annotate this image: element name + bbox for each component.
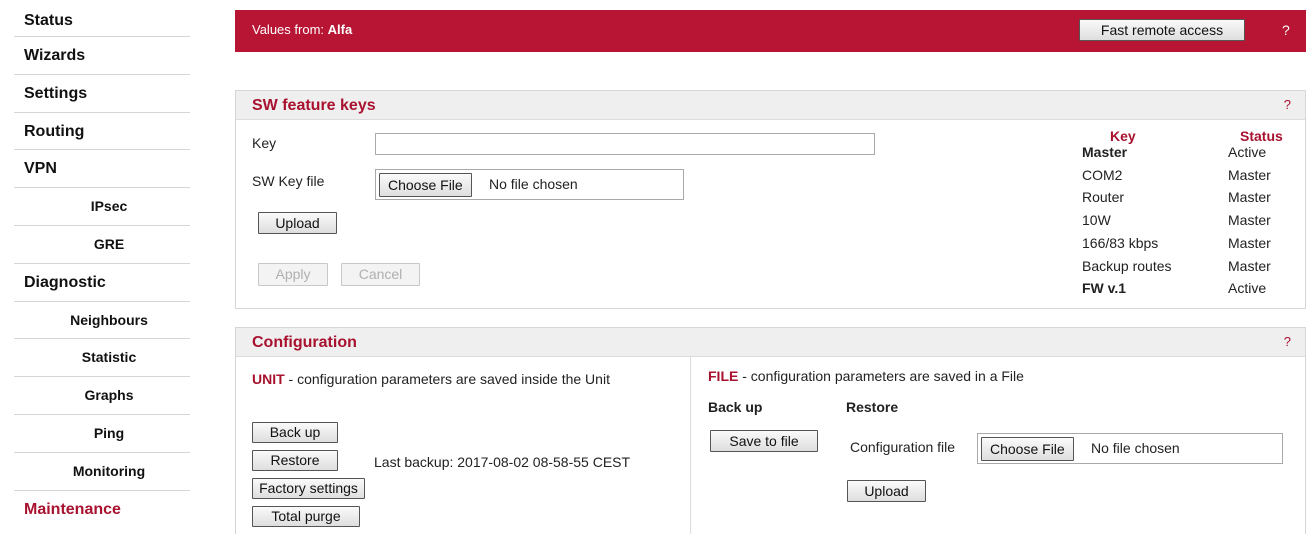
key-input[interactable] bbox=[375, 133, 875, 155]
sidebar-item-wizards[interactable]: Wizards bbox=[14, 37, 190, 75]
sw-key-no-file-text: No file chosen bbox=[489, 176, 578, 192]
header-bar: Values from: Alfa Fast remote access ? bbox=[235, 10, 1306, 52]
configuration-help-link[interactable]: ? bbox=[1284, 334, 1291, 349]
sidebar-item-diagnostic[interactable]: Diagnostic bbox=[14, 264, 190, 302]
save-to-file-button[interactable]: Save to file bbox=[710, 430, 818, 452]
unit-word: UNIT bbox=[252, 371, 285, 387]
sw-key-file-label: SW Key file bbox=[252, 173, 325, 189]
sw-key-file-field: Choose File No file chosen bbox=[375, 169, 684, 200]
sidebar-item-statistic[interactable]: Statistic bbox=[14, 339, 190, 378]
status-cell: Master bbox=[1228, 166, 1271, 183]
unit-name: Alfa bbox=[327, 22, 353, 37]
file-description: FILE - configuration parameters are save… bbox=[708, 368, 1024, 384]
keys-status-table: Key Status Master Active COM2 Master Rou… bbox=[1082, 128, 1302, 308]
key-label: Key bbox=[252, 135, 277, 151]
configuration-file-label: Configuration file bbox=[850, 439, 956, 455]
sw-key-upload-button[interactable]: Upload bbox=[258, 212, 337, 234]
table-row: 166/83 kbps Master bbox=[1082, 235, 1292, 258]
sidebar-item-neighbours[interactable]: Neighbours bbox=[14, 302, 190, 340]
sidebar-item-vpn[interactable]: VPN bbox=[14, 150, 190, 189]
unit-description: UNIT - configuration parameters are save… bbox=[252, 371, 610, 387]
config-choose-file-button[interactable]: Choose File bbox=[981, 437, 1074, 461]
table-row: FW v.1 Active bbox=[1082, 280, 1292, 303]
sidebar-item-settings[interactable]: Settings bbox=[14, 75, 190, 113]
config-upload-button[interactable]: Upload bbox=[847, 480, 926, 502]
table-row: Router Master bbox=[1082, 189, 1292, 212]
table-row: Backup routes Master bbox=[1082, 258, 1292, 281]
sidebar-item-monitoring[interactable]: Monitoring bbox=[14, 453, 190, 491]
fast-remote-access-button[interactable]: Fast remote access bbox=[1079, 19, 1245, 41]
status-cell: Master bbox=[1228, 189, 1271, 206]
key-cell: FW v.1 bbox=[1082, 280, 1127, 297]
key-cell: 166/83 kbps bbox=[1082, 234, 1159, 251]
table-row: COM2 Master bbox=[1082, 167, 1292, 190]
keys-col-key-header: Key bbox=[1110, 128, 1136, 144]
factory-settings-button[interactable]: Factory settings bbox=[252, 478, 365, 499]
header-help-link[interactable]: ? bbox=[1282, 22, 1290, 38]
config-no-file-text: No file chosen bbox=[1091, 440, 1180, 456]
table-row: 10W Master bbox=[1082, 212, 1292, 235]
apply-button[interactable]: Apply bbox=[258, 263, 328, 286]
total-purge-button[interactable]: Total purge bbox=[252, 506, 360, 527]
key-cell: Router bbox=[1082, 189, 1125, 206]
status-cell: Active bbox=[1228, 144, 1267, 160]
configuration-file-field: Choose File No file chosen bbox=[977, 433, 1283, 464]
file-desc-text: - configuration parameters are saved in … bbox=[738, 368, 1024, 384]
last-backup-text: Last backup: 2017-08-02 08-58-55 CEST bbox=[374, 454, 631, 470]
status-cell: Active bbox=[1228, 280, 1267, 297]
sidebar-item-routing[interactable]: Routing bbox=[14, 113, 190, 151]
sw-key-choose-file-button[interactable]: Choose File bbox=[379, 173, 472, 197]
status-cell: Master bbox=[1228, 212, 1271, 229]
sw-feature-keys-title: SW feature keys bbox=[252, 97, 376, 114]
configuration-title: Configuration bbox=[252, 334, 357, 351]
file-word: FILE bbox=[708, 368, 739, 384]
backup-heading: Back up bbox=[708, 399, 763, 415]
sw-feature-keys-help-link[interactable]: ? bbox=[1284, 97, 1291, 112]
keys-col-status-header: Status bbox=[1240, 128, 1283, 144]
config-column-divider bbox=[690, 357, 691, 534]
values-from-text: Values from: Alfa bbox=[252, 22, 352, 37]
sw-feature-keys-panel: SW feature keys ? Key SW Key file Choose… bbox=[235, 90, 1306, 309]
restore-heading: Restore bbox=[846, 399, 899, 415]
configuration-panel: Configuration ? UNIT - configuration par… bbox=[235, 327, 1306, 534]
sidebar-item-ipsec[interactable]: IPsec bbox=[14, 188, 190, 226]
key-cell: Backup routes bbox=[1082, 257, 1172, 274]
configuration-header: Configuration ? bbox=[236, 328, 1305, 357]
status-cell: Master bbox=[1228, 257, 1271, 274]
sidebar-item-status[interactable]: Status bbox=[14, 10, 190, 37]
sidebar-item-ping[interactable]: Ping bbox=[14, 415, 190, 453]
restore-button[interactable]: Restore bbox=[252, 450, 338, 471]
cancel-button[interactable]: Cancel bbox=[341, 263, 420, 286]
backup-button[interactable]: Back up bbox=[252, 422, 338, 443]
key-cell: 10W bbox=[1082, 212, 1111, 229]
sidebar-item-gre[interactable]: GRE bbox=[14, 226, 190, 264]
values-from-label: Values from: bbox=[252, 22, 325, 37]
table-row: Master Active bbox=[1082, 144, 1292, 167]
sidebar-item-graphs[interactable]: Graphs bbox=[14, 377, 190, 415]
status-cell: Master bbox=[1228, 234, 1271, 251]
sidebar-nav: Status Wizards Settings Routing VPN IPse… bbox=[14, 10, 190, 528]
key-cell: Master bbox=[1082, 144, 1128, 160]
sidebar-item-maintenance[interactable]: Maintenance bbox=[14, 491, 190, 529]
key-cell: COM2 bbox=[1082, 166, 1123, 183]
unit-desc-text: - configuration parameters are saved ins… bbox=[284, 371, 610, 387]
sw-feature-keys-header: SW feature keys ? bbox=[236, 91, 1305, 120]
